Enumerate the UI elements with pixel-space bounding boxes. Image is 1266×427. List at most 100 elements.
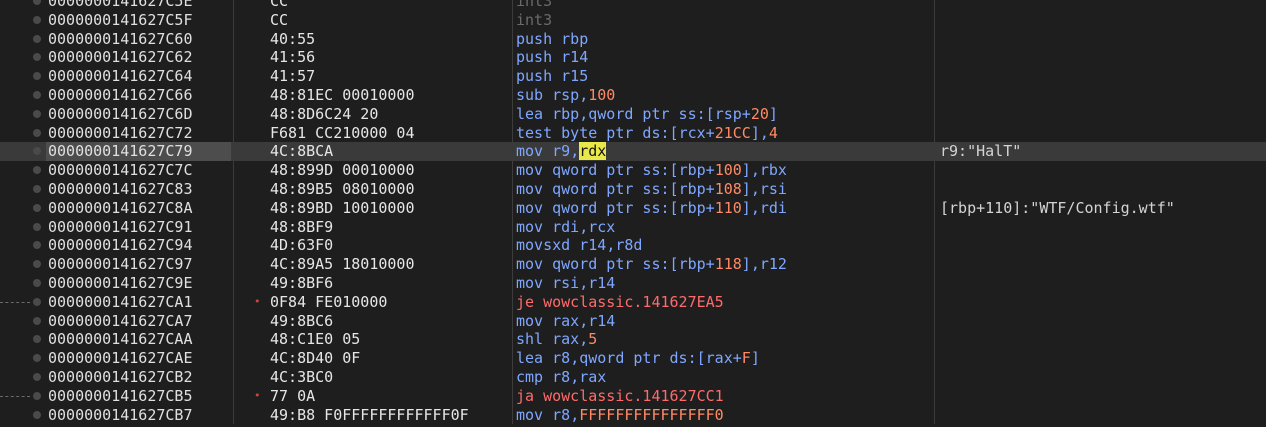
- disasm-row[interactable]: 0000000141627C5E CC int3: [0, 0, 1266, 11]
- address-cell: 0000000141627C79: [46, 142, 231, 162]
- breakpoint-dot-icon[interactable]: [33, 335, 41, 344]
- breakpoint-dot-icon[interactable]: [33, 203, 41, 212]
- mnemonic: je: [516, 292, 535, 311]
- breakpoint-gutter[interactable]: [0, 30, 41, 49]
- bytes-cell: 48:899D 00010000: [270, 161, 415, 180]
- breakpoint-dot-icon[interactable]: [33, 222, 41, 231]
- breakpoint-gutter[interactable]: [0, 349, 41, 368]
- breakpoint-dot-icon[interactable]: [33, 316, 41, 325]
- disasm-row[interactable]: 0000000141627C79 4C:8BCA mov r9,rdx r9:"Hal…: [0, 142, 1266, 162]
- breakpoint-gutter[interactable]: [0, 255, 41, 274]
- breakpoint-gutter[interactable]: [0, 0, 41, 11]
- breakpoint-gutter[interactable]: [0, 48, 41, 67]
- bytes-cell: 49:8BC6: [270, 311, 334, 330]
- breakpoint-gutter[interactable]: [0, 293, 41, 312]
- breakpoint-gutter[interactable]: [0, 368, 41, 387]
- disasm-row[interactable]: 0000000141627C91 48:8BF9 mov rdi,rcx: [0, 218, 1266, 237]
- breakpoint-gutter[interactable]: [0, 161, 41, 180]
- disasm-row[interactable]: 0000000141627CB5 • 77 0A ja wowclassic.1416…: [0, 387, 1266, 406]
- address-cell: 0000000141627C9E: [48, 273, 193, 292]
- disasm-row[interactable]: 0000000141627C64 41:57 push r15: [0, 67, 1266, 86]
- disasm-row[interactable]: 0000000141627CA1 • 0F84 FE010000 je wowclas…: [0, 293, 1266, 312]
- breakpoint-dot-icon[interactable]: [33, 109, 41, 118]
- disasm-row[interactable]: 0000000141627C72 F681 CC210000 04 test byt…: [0, 124, 1266, 143]
- disasm-row[interactable]: 0000000141627C7C 48:899D 00010000 mov qwor…: [0, 161, 1266, 180]
- breakpoint-gutter[interactable]: [0, 312, 41, 331]
- breakpoint-dot-icon[interactable]: [33, 241, 41, 250]
- disasm-row[interactable]: 0000000141627C94 4D:63F0 movsxd r14,r8d: [0, 236, 1266, 255]
- mnemonic: shl: [516, 330, 544, 349]
- disasm-row[interactable]: 0000000141627C9E 49:8BF6 mov rsi,r14: [0, 274, 1266, 293]
- breakpoint-gutter[interactable]: [0, 387, 41, 406]
- breakpoint-dot-icon[interactable]: [33, 278, 41, 287]
- address-cell: 0000000141627CAE: [48, 349, 193, 368]
- breakpoint-gutter[interactable]: [0, 180, 41, 199]
- disasm-row[interactable]: 0000000141627CB2 4C:3BC0 cmp r8,rax: [0, 368, 1266, 387]
- address-cell: 0000000141627CA1: [48, 292, 193, 311]
- breakpoint-gutter[interactable]: [0, 236, 41, 255]
- breakpoint-dot-icon[interactable]: [33, 297, 41, 306]
- breakpoint-dot-icon[interactable]: [33, 72, 41, 81]
- mnemonic: mov: [516, 142, 544, 161]
- breakpoint-dot-icon[interactable]: [33, 391, 41, 400]
- bytes-cell: 48:8D6C24 20: [270, 104, 379, 123]
- disasm-row[interactable]: 0000000141627C97 4C:89A5 18010000 mov qwor…: [0, 255, 1266, 274]
- jump-arrow: [0, 395, 30, 397]
- disasm-row[interactable]: 0000000141627C62 41:56 push r14: [0, 48, 1266, 67]
- address-cell: 0000000141627CB5: [48, 386, 193, 405]
- bytes-cell: CC: [270, 0, 289, 10]
- breakpoint-dot-icon[interactable]: [33, 166, 41, 175]
- breakpoint-gutter[interactable]: [0, 199, 41, 218]
- breakpoint-gutter[interactable]: [0, 11, 41, 30]
- instruction-cell: lea r8,qword ptr ds:[rax+F]: [516, 349, 760, 368]
- breakpoint-gutter[interactable]: [0, 274, 41, 293]
- address-cell: 0000000141627C64: [48, 67, 193, 86]
- disasm-row[interactable]: 0000000141627C66 48:81EC 00010000 sub rsp,…: [0, 86, 1266, 105]
- disasm-row[interactable]: 0000000141627CA7 49:8BC6 mov rax,r14: [0, 312, 1266, 331]
- disasm-row[interactable]: 0000000141627CB7 49:B8 F0FFFFFFFFFFFF0F mo…: [0, 406, 1266, 425]
- breakpoint-gutter[interactable]: [0, 105, 41, 124]
- disasm-row[interactable]: 0000000141627CAE 4C:8D40 0F lea r8,qword p…: [0, 349, 1266, 368]
- address-cell: 0000000141627CB7: [48, 405, 193, 424]
- address-cell: 0000000141627C5F: [48, 10, 193, 29]
- breakpoint-dot-icon[interactable]: [33, 15, 41, 24]
- mnemonic: mov: [516, 179, 544, 198]
- breakpoint-dot-icon[interactable]: [33, 53, 41, 62]
- jump-marker-icon: •: [254, 388, 261, 402]
- breakpoint-dot-icon[interactable]: [33, 410, 41, 419]
- disassembly-view[interactable]: 0000000141627C5E CC int3 0000000141627C5F CC…: [0, 0, 1266, 425]
- bytes-cell: 49:8BF6: [270, 273, 334, 292]
- breakpoint-gutter[interactable]: [0, 218, 41, 237]
- mnemonic: mov: [516, 273, 544, 292]
- disasm-row[interactable]: 0000000141627C5F CC int3: [0, 11, 1266, 30]
- instruction-cell: movsxd r14,r8d: [516, 236, 643, 255]
- breakpoint-dot-icon[interactable]: [33, 147, 41, 156]
- disasm-row[interactable]: 0000000141627C60 40:55 push rbp: [0, 30, 1266, 49]
- breakpoint-dot-icon[interactable]: [33, 184, 41, 193]
- bytes-cell: 0F84 FE010000: [270, 292, 388, 311]
- breakpoint-dot-icon[interactable]: [33, 34, 41, 43]
- instruction-cell: mov rsi,r14: [516, 273, 616, 292]
- breakpoint-gutter[interactable]: [0, 124, 41, 143]
- bytes-cell: CC: [270, 10, 289, 29]
- instruction-cell: push rbp: [516, 29, 589, 48]
- breakpoint-dot-icon[interactable]: [33, 128, 41, 137]
- breakpoint-gutter[interactable]: [0, 86, 41, 105]
- breakpoint-dot-icon[interactable]: [33, 260, 41, 269]
- disasm-row[interactable]: 0000000141627C6D 48:8D6C24 20 lea rbp,qwor…: [0, 105, 1266, 124]
- address-cell: 0000000141627C83: [48, 179, 193, 198]
- disasm-row[interactable]: 0000000141627C8A 48:89BD 10010000 mov qwor…: [0, 199, 1266, 218]
- breakpoint-dot-icon[interactable]: [33, 0, 41, 5]
- breakpoint-dot-icon[interactable]: [33, 90, 41, 99]
- address-cell: 0000000141627C7C: [48, 161, 193, 180]
- bytes-cell: 77 0A: [270, 386, 316, 405]
- breakpoint-dot-icon[interactable]: [33, 354, 41, 363]
- breakpoint-gutter[interactable]: [0, 330, 41, 349]
- breakpoint-gutter[interactable]: [0, 67, 41, 86]
- breakpoint-dot-icon[interactable]: [33, 372, 41, 381]
- disasm-row[interactable]: 0000000141627C83 48:89B5 08010000 mov qwor…: [0, 180, 1266, 199]
- breakpoint-gutter[interactable]: [0, 406, 41, 425]
- bytes-cell: 41:56: [270, 48, 316, 67]
- disasm-row[interactable]: 0000000141627CAA 48:C1E0 05 shl rax,5: [0, 330, 1266, 349]
- breakpoint-gutter[interactable]: [0, 142, 41, 161]
